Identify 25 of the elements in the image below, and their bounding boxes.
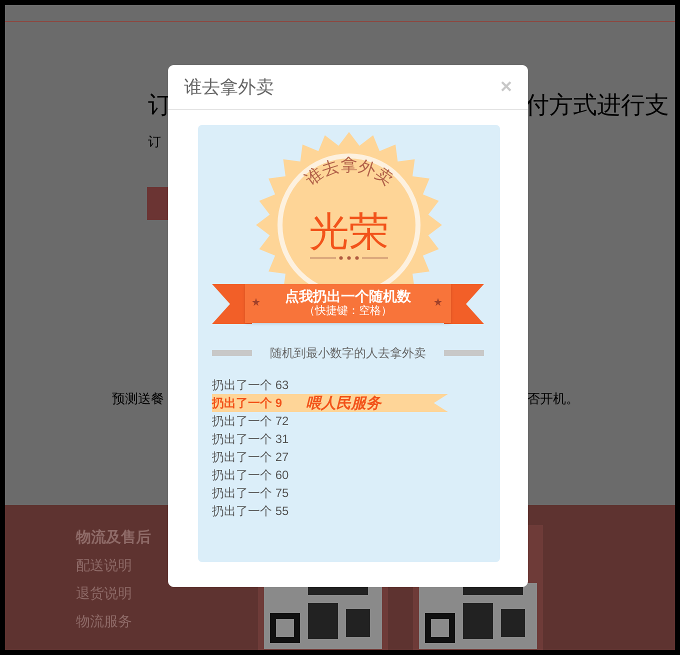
rule-text: 随机到最小数字的人去拿外卖: [270, 345, 426, 362]
seal-title: 光荣: [309, 209, 389, 255]
pay-button[interactable]: [147, 187, 168, 220]
order-text: 订: [148, 133, 161, 151]
close-button[interactable]: ×: [500, 77, 512, 97]
notice-text: 预测送餐: [112, 390, 164, 408]
divider-bar: [212, 350, 252, 356]
roll-button[interactable]: 点我扔出一个随机数 （快捷键：空格）: [245, 284, 451, 323]
page-heading: 订: [148, 94, 172, 118]
roll-result: 扔出了一个 27: [212, 449, 289, 466]
star-icon: [434, 298, 442, 306]
roll-result: 扔出了一个 55: [212, 503, 289, 520]
roll-result: 扔出了一个 63: [212, 377, 289, 394]
page-heading: 付方式进行支: [525, 94, 669, 118]
roll-result: 扔出了一个 60: [212, 467, 289, 484]
roll-result: 扔出了一个 75: [212, 485, 289, 502]
winner-tag: 喂人民服务: [306, 392, 382, 414]
star-icon: [252, 298, 260, 306]
seal-arc-text: 谁去拿外卖: [301, 156, 397, 190]
roll-result: 扔出了一个 9: [212, 395, 282, 412]
divider-bar: [444, 350, 484, 356]
roll-result: 扔出了一个 31: [212, 431, 289, 448]
roll-result: 扔出了一个 72: [212, 413, 289, 430]
notice-text: 否开机。: [527, 390, 579, 408]
dialog-title: 谁去拿外卖: [184, 76, 274, 98]
